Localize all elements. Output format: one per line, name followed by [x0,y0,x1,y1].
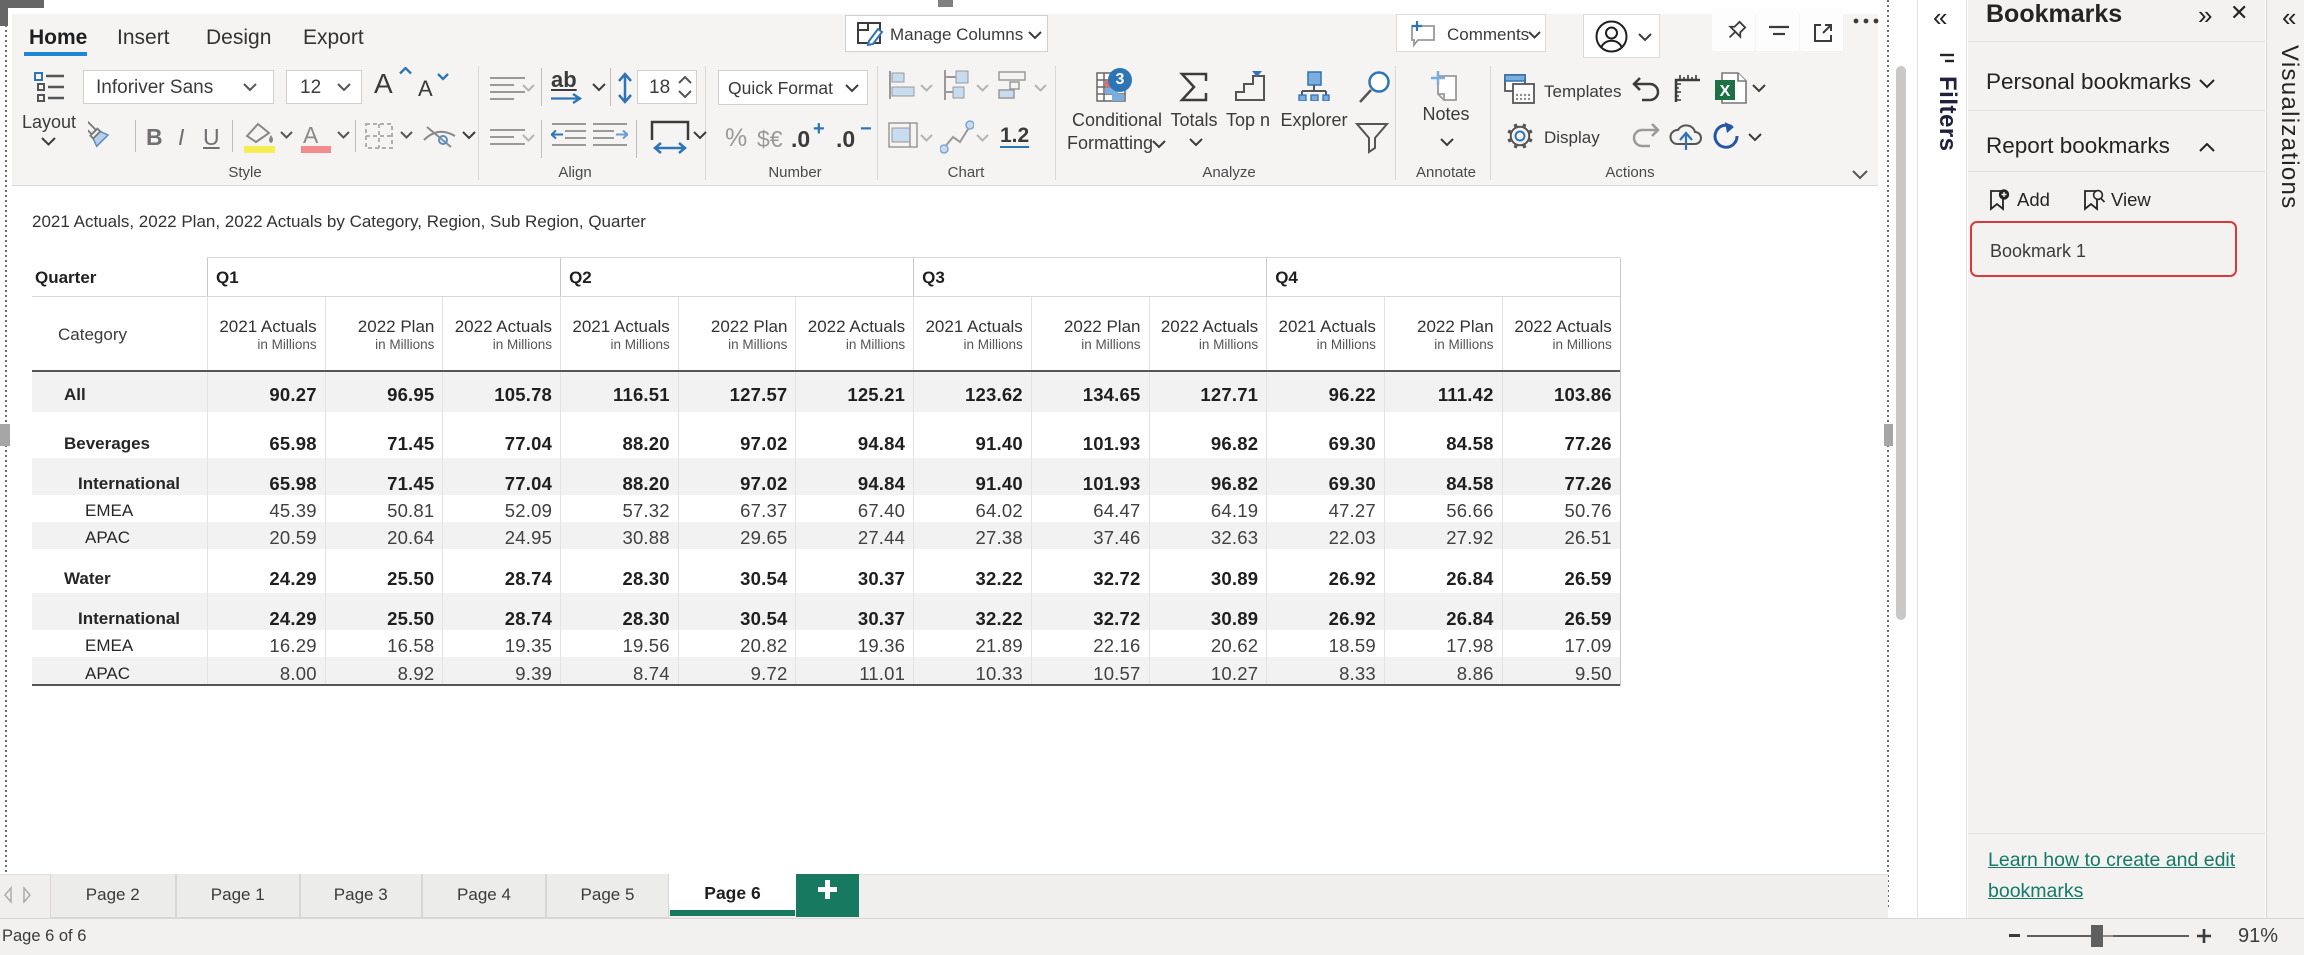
svg-text:X: X [1720,83,1731,100]
